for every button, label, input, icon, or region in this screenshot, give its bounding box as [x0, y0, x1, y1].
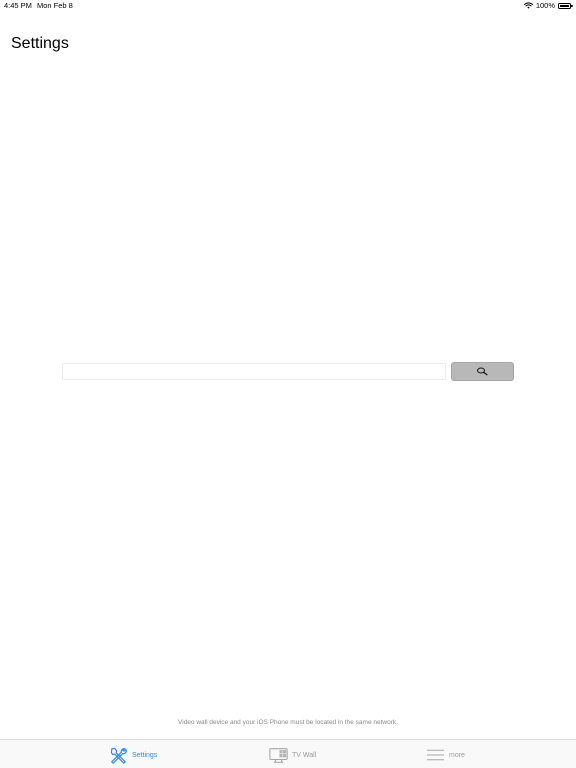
search-button[interactable]	[451, 362, 514, 381]
page-title: Settings	[11, 35, 69, 52]
wifi-icon	[523, 2, 533, 9]
tab-tv-wall[interactable]: TV Wall	[269, 745, 316, 765]
status-date: Mon Feb 8	[37, 1, 73, 10]
status-bar: 4:45 PM Mon Feb 8 100%	[0, 0, 576, 12]
search-row	[62, 362, 514, 381]
tab-label: more	[449, 751, 465, 759]
menu-lines-icon	[426, 749, 445, 761]
search-input[interactable]	[62, 363, 446, 380]
tools-icon	[110, 747, 127, 764]
tab-label: Settings	[132, 751, 158, 759]
battery-full-icon	[558, 2, 573, 9]
tab-bar: Settings TV Wall more	[0, 739, 576, 768]
status-time: 4:45 PM	[4, 1, 32, 10]
network-note: Video wall device and your iOS Phone mus…	[178, 719, 398, 726]
battery-percent: 100%	[535, 1, 555, 10]
tab-more[interactable]: more	[426, 745, 465, 765]
tab-settings[interactable]: Settings	[109, 745, 157, 765]
tv-wall-icon	[269, 747, 288, 763]
tab-label: TV Wall	[292, 751, 317, 759]
magnifier-icon	[476, 367, 488, 376]
status-indicators: 100%	[523, 1, 573, 10]
